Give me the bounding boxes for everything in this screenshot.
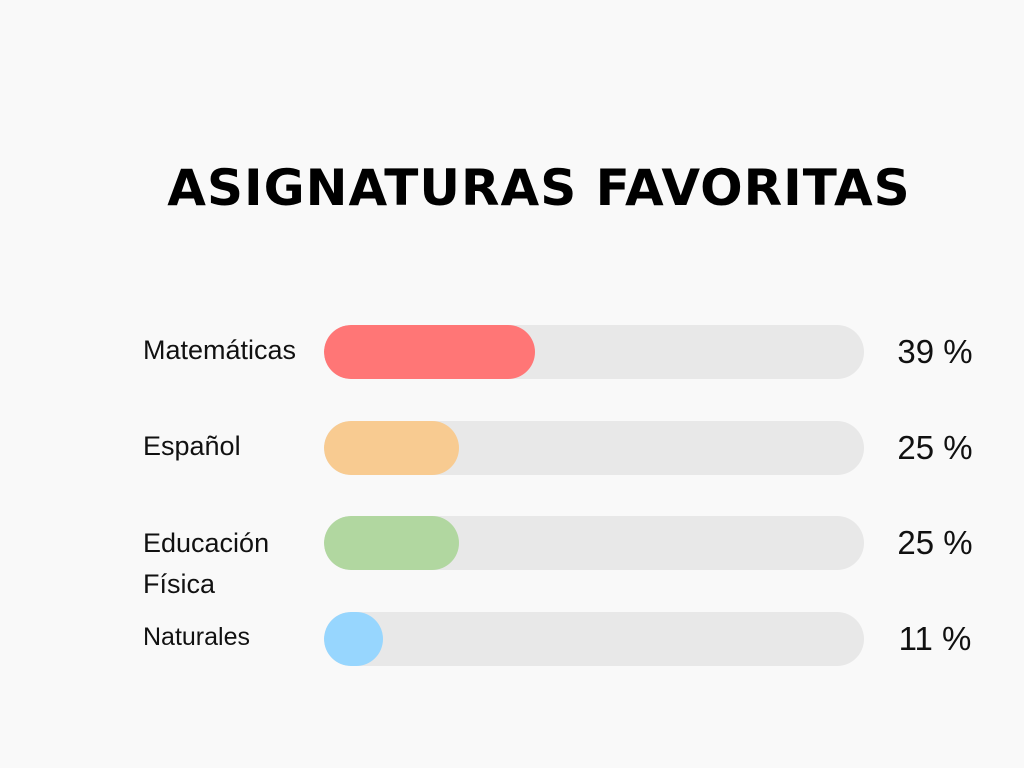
bar-value-educacion-fisica: 25 % (897, 524, 973, 561)
bar-value-espanol: 25 % (897, 429, 973, 466)
bar-label-educacion-fisica: Educación Física (143, 528, 270, 599)
bar-value-matematicas: 39 % (897, 333, 973, 370)
bar-track-matematicas (324, 325, 864, 379)
bar-track-educacion-fisica (324, 516, 864, 570)
bar-value-naturales: 11 % (898, 620, 972, 657)
bar-fill-espanol (324, 421, 459, 475)
chart-title: ASIGNATURAS FAVORITAS (167, 159, 911, 217)
bar-fill-naturales (324, 612, 383, 666)
chart-canvas: ASIGNATURAS FAVORITAS Matemáticas 39 % E… (0, 0, 1024, 768)
bar-label-naturales: Naturales (143, 623, 250, 651)
bar-track-espanol (324, 421, 864, 475)
bar-label-matematicas: Matemáticas (143, 335, 297, 365)
bar-track-naturales (324, 612, 864, 666)
bar-label-espanol: Español (143, 431, 241, 461)
bar-fill-matematicas (324, 325, 535, 379)
bar-fill-educacion-fisica (324, 516, 459, 570)
